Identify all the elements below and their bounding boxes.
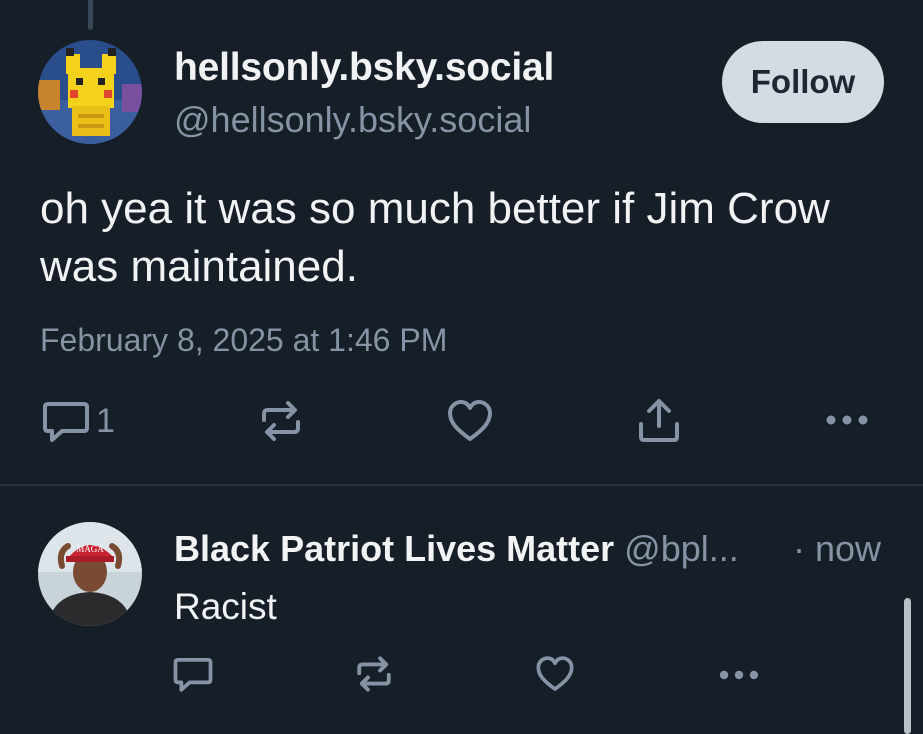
reply-display-name[interactable]: Black Patriot Lives Matter (174, 528, 614, 569)
share-button[interactable] (636, 396, 682, 444)
reply-avatar-image: MAGA (38, 522, 142, 626)
reply-button[interactable]: 1 (42, 398, 115, 444)
post-timestamp[interactable]: February 8, 2025 at 1:46 PM (40, 322, 447, 359)
reply-header: Black Patriot Lives Matter @bpl... (174, 528, 739, 570)
reply-like-button[interactable] (535, 654, 575, 694)
post-text: oh yea it was so much better if Jim Crow… (40, 184, 830, 291)
post-divider (0, 484, 923, 486)
reply-count: 1 (96, 401, 115, 440)
reply-icon (43, 402, 89, 442)
reply-more-options-button[interactable] (717, 661, 761, 689)
reply-author-avatar[interactable]: MAGA (38, 522, 142, 626)
more-icon (826, 415, 868, 425)
repost-button[interactable] (258, 398, 304, 444)
repost-icon (262, 401, 300, 441)
follow-button[interactable]: Follow (722, 41, 884, 123)
share-icon (639, 399, 679, 442)
main-post: hellsonly.bsky.social @hellsonly.bsky.so… (0, 0, 923, 484)
reply-avatar-hat-text: MAGA (76, 544, 104, 554)
reply-repost-button[interactable] (354, 654, 394, 694)
repost-icon (357, 656, 391, 692)
more-icon (719, 670, 759, 680)
reply-icon (173, 657, 213, 692)
more-options-button[interactable] (824, 405, 870, 435)
heart-icon (536, 656, 574, 691)
reply-reply-button[interactable] (173, 654, 213, 694)
heart-icon (448, 400, 492, 441)
scrollbar[interactable] (904, 598, 911, 734)
reply-handle[interactable]: @bpl... (624, 528, 739, 569)
reply-timestamp[interactable]: · now (793, 528, 881, 570)
author-display-name[interactable]: hellsonly.bsky.social (174, 46, 554, 90)
like-button[interactable] (446, 398, 494, 444)
reply-text: Racist (174, 586, 277, 627)
author-handle[interactable]: @hellsonly.bsky.social (174, 99, 531, 141)
avatar-image (38, 40, 142, 144)
author-avatar[interactable] (38, 40, 142, 144)
